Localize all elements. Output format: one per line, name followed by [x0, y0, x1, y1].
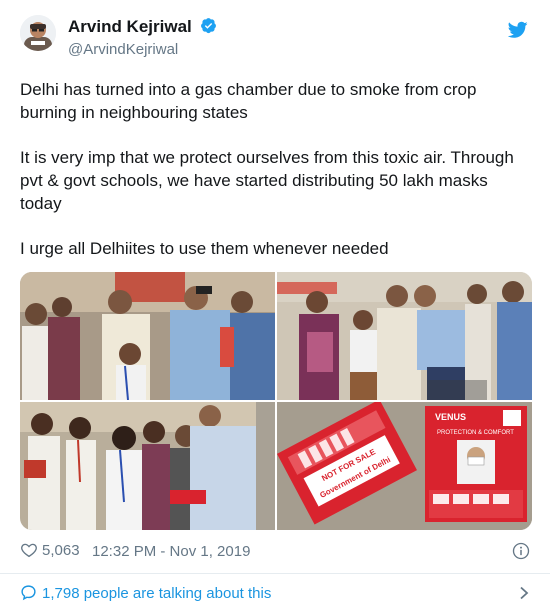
mask-distribution-photo-3[interactable]	[20, 402, 275, 530]
author-avatar[interactable]	[20, 15, 56, 51]
mask-packets-photo[interactable]: NOT FOR SALE Government of Delhi VENUS P…	[277, 402, 532, 530]
mask-distribution-photo-2[interactable]	[277, 272, 532, 400]
tweet-paragraph: Delhi has turned into a gas chamber due …	[20, 80, 477, 122]
photo-4-image: NOT FOR SALE Government of Delhi VENUS P…	[277, 402, 532, 530]
twitter-bird-icon[interactable]	[508, 21, 528, 39]
tweet-text: Delhi has turned into a gas chamber due …	[20, 78, 530, 282]
photo-3-image	[20, 402, 275, 530]
divider	[0, 573, 550, 574]
tweet-paragraph: It is very imp that we protect ourselves…	[20, 148, 514, 213]
like-count: 5,063	[42, 541, 80, 559]
conversation-link[interactable]: 1,798 people are talking about this	[20, 584, 532, 604]
speech-bubble-icon	[21, 585, 36, 601]
embedded-tweet-card: Arvind Kejriwal @ArvindKejriwal Delhi ha…	[0, 0, 550, 607]
packet-brand: VENUS	[435, 412, 466, 422]
author-name[interactable]: Arvind Kejriwal	[68, 17, 217, 37]
photo-2-image	[277, 272, 532, 400]
tweet-timestamp[interactable]: 12:32 PM - Nov 1, 2019	[92, 543, 250, 560]
heart-outline-icon	[21, 543, 37, 558]
chevron-right-icon	[520, 586, 529, 600]
info-circle-icon[interactable]	[512, 542, 530, 560]
like-button[interactable]: 5,063	[20, 541, 80, 559]
avatar-image	[20, 15, 56, 51]
photo-grid: NOT FOR SALE Government of Delhi VENUS P…	[20, 272, 532, 530]
packet-tagline: PROTECTION & COMFORT	[437, 430, 514, 436]
author-name-text: Arvind Kejriwal	[68, 17, 192, 36]
mask-distribution-photo-1[interactable]	[20, 272, 275, 400]
author-handle[interactable]: @ArvindKejriwal	[68, 41, 178, 58]
verified-badge-icon	[200, 18, 216, 34]
conversation-label: 1,798 people are talking about this	[42, 585, 272, 602]
tweet-paragraph: I urge all Delhiites to use them wheneve…	[20, 239, 389, 258]
tweet-meta: 5,063 12:32 PM - Nov 1, 2019	[20, 541, 532, 563]
photo-1-image	[20, 272, 275, 400]
